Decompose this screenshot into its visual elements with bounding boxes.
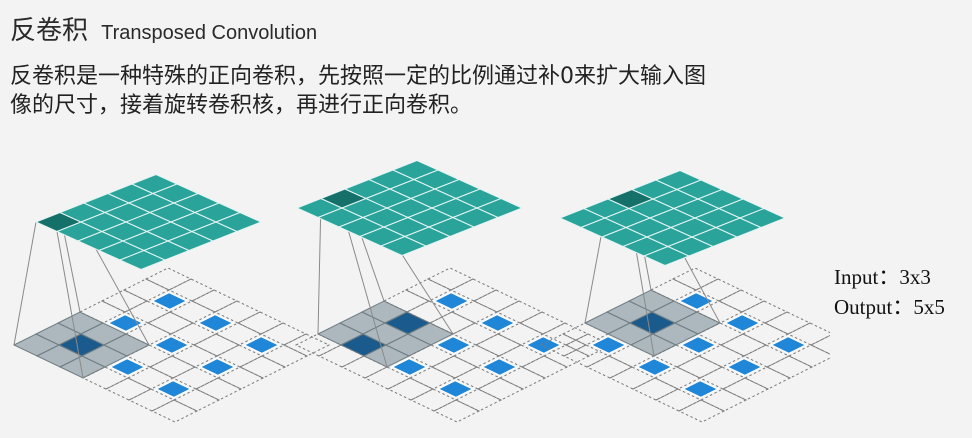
padding-cell (148, 355, 197, 379)
padding-cell (104, 377, 153, 401)
padding-cell (430, 355, 479, 379)
projection-line (13, 221, 37, 346)
description-text: 反卷积是一种特殊的正向卷积，先按照一定的比例通过补0来扩大输入图像的尺寸，接着旋… (10, 64, 706, 118)
padding-cell (236, 311, 285, 335)
padding-cell (192, 333, 241, 357)
diagram-step-2 (294, 159, 613, 423)
diagram-step-1 (12, 173, 331, 423)
input-pixel (199, 357, 236, 377)
padding-cell (476, 377, 525, 401)
diagram-step-3 (539, 169, 830, 423)
padding-cell (518, 311, 567, 335)
input-pixel (770, 335, 807, 355)
padding-cell (146, 311, 195, 335)
padding-cell (671, 267, 720, 291)
padding-cell (719, 333, 768, 357)
input-pixel (525, 335, 562, 355)
title-chinese: 反卷积 (10, 16, 89, 46)
padding-cell (675, 355, 724, 379)
padding-cell (150, 399, 199, 423)
transposed-convolution-diagram (12, 159, 830, 423)
input-pixel (636, 357, 673, 377)
padding-cell (520, 355, 569, 379)
slide-title: 反卷积 Transposed Convolution (10, 10, 317, 47)
input-pixel (433, 291, 470, 311)
padding-cell (721, 377, 770, 401)
padding-cell (472, 289, 521, 313)
input-pixel (724, 313, 761, 333)
input-pixel (437, 379, 474, 399)
padding-cell (717, 289, 766, 313)
padding-cell (194, 377, 243, 401)
padding-cell (282, 333, 331, 357)
padding-cell (426, 267, 475, 291)
input-size-label: Input：3x3 (834, 265, 931, 289)
padding-cell (432, 399, 481, 423)
input-pixel (479, 313, 516, 333)
padding-cell (677, 399, 726, 423)
padding-cell (631, 377, 680, 401)
input-pixel (151, 291, 188, 311)
input-pixel (197, 313, 234, 333)
padding-cell (585, 355, 634, 379)
padding-cell (474, 333, 523, 357)
padding-cell (144, 267, 193, 291)
io-label-block: Input：3x3 Output：5x5 (834, 262, 945, 322)
input-pixel (481, 357, 518, 377)
input-pixel (153, 335, 190, 355)
input-pixel (155, 379, 192, 399)
padding-cell (190, 289, 239, 313)
padding-cell (386, 377, 435, 401)
padding-cell (763, 311, 812, 335)
input-pixel (682, 379, 719, 399)
input-pixel (726, 357, 763, 377)
title-english: Transposed Convolution (101, 22, 318, 44)
padding-cell (238, 355, 287, 379)
padding-cell (765, 355, 814, 379)
input-pixel (243, 335, 280, 355)
output-size-label: Output：5x5 (834, 295, 945, 319)
